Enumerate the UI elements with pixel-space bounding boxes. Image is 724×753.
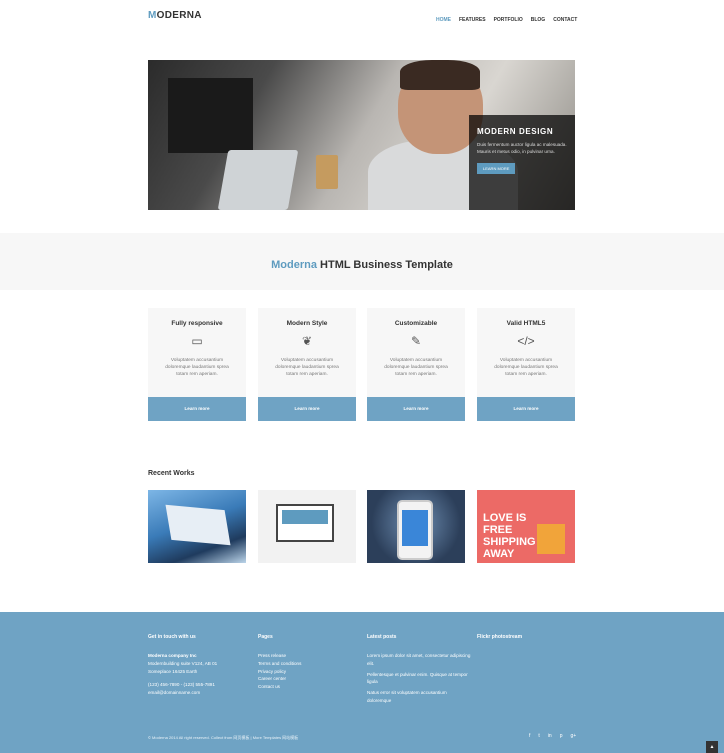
social-links: f t in p g+ [529,733,576,739]
feature-text: Voluptatem accusantium doloremque laudan… [275,358,339,377]
thumb-love-text: LOVE IS FREE SHIPPING AWAY [483,512,536,560]
feature-box-modern-style: Modern Style ❦ Voluptatem accusantium do… [258,308,356,421]
learn-more-button[interactable]: Learn more [258,397,356,421]
feature-text: Voluptatem accusantium doloremque laudan… [384,358,448,377]
google-plus-icon[interactable]: g+ [570,733,576,739]
footer-link[interactable]: Career center [258,675,358,683]
hero-learn-more-button[interactable]: LEARN MORE [477,163,516,174]
footer-link[interactable]: Privacy policy [258,668,358,676]
logo-initial: M [148,10,157,21]
feature-text: Voluptatem accusantium doloremque laudan… [165,358,229,377]
pinterest-icon[interactable]: p [560,733,563,739]
nav-blog[interactable]: BLOG [531,17,545,23]
portfolio-thumb-3[interactable] [367,490,465,563]
tagline-highlight: Moderna [271,259,317,271]
main-nav: HOME FEATURES PORTFOLIO BLOG CONTACT [436,17,577,23]
site-footer: Get in touch with us Moderna company Inc… [0,612,724,753]
hero-laptop-shape [217,150,299,210]
learn-more-button[interactable]: Learn more [477,397,575,421]
scroll-to-top-button[interactable]: ▲ [706,741,718,753]
post-link[interactable]: Lorem ipsum dolor sit amet, consectetur … [367,652,472,668]
post-link[interactable]: Pellentesque et pulvinar enim. Quisque a… [367,671,472,687]
feature-box-responsive: Fully responsive ▭ Voluptatem accusantiu… [148,308,246,421]
hero-caption: MODERN DESIGN Duis fermentum auctor ligu… [469,115,575,210]
portfolio-thumb-4[interactable]: LOVE IS FREE SHIPPING AWAY [477,490,575,563]
footer-link[interactable]: Press release [258,652,358,660]
nav-portfolio[interactable]: PORTFOLIO [494,17,523,23]
footer-pages: Pages Press release Terms and conditions… [258,634,358,691]
footer-heading: Get in touch with us [148,634,196,640]
footer-posts: Latest posts Lorem ipsum dolor sit amet,… [367,634,472,705]
tagline-band: Moderna HTML Business Template [0,233,724,290]
thumb-screen-shape [276,504,334,542]
portfolio-thumb-1[interactable] [148,490,246,563]
feature-title: Fully responsive [171,320,223,327]
post-link[interactable]: Natus error sit voluptatem accusantium d… [367,689,472,705]
twitter-icon[interactable]: t [538,733,539,739]
feature-title: Modern Style [286,320,328,327]
footer-link[interactable]: Contact us [258,683,358,691]
address-line: Someplace 16425 Earth [148,668,198,674]
hero-monitor-shape [168,78,253,153]
hero-person-hair [400,60,480,90]
copyright-text: © Moderna 2014 All right reserved. Colle… [148,735,299,740]
feature-box-customizable: Customizable ✎ Voluptatem accusantium do… [367,308,465,421]
feature-text: Voluptatem accusantium doloremque laudan… [494,358,558,377]
footer-flickr: Flickr photostream [477,634,577,652]
footer-heading: Flickr photostream [477,634,523,640]
hero-cup-shape [316,155,338,189]
thumb-phone-shape [397,500,433,560]
facebook-icon[interactable]: f [529,733,530,739]
linkedin-icon[interactable]: in [548,733,552,739]
edit-icon: ✎ [410,334,422,348]
hero-caption-title: MODERN DESIGN [477,127,554,136]
footer-heading: Pages [258,634,273,640]
recent-works-title: Recent Works [148,470,195,477]
monitor-icon: ▭ [191,334,203,348]
phone-text: (123) 456-7890 - (123) 555-7891 [148,682,215,688]
footer-contact: Get in touch with us Moderna company Inc… [148,634,248,697]
company-name: Moderna company Inc [148,653,197,658]
nav-features[interactable]: FEATURES [459,17,486,23]
footer-heading: Latest posts [367,634,397,640]
email-link[interactable]: email@domainname.com [148,689,248,697]
hero-slider: MODERN DESIGN Duis fermentum auctor ligu… [148,60,575,210]
leaf-icon: ❦ [301,334,313,348]
learn-more-button[interactable]: Learn more [148,397,246,421]
feature-title: Customizable [394,320,438,327]
address-line: Modernbuilding suite V124, AB 01 [148,660,218,666]
feature-box-html5: Valid HTML5 </> Voluptatem accusantium d… [477,308,575,421]
logo-text: ODERNA [156,10,202,21]
tagline-text: HTML Business Template [316,259,453,271]
thumb-device-shape [165,504,231,546]
footer-link[interactable]: Terms and conditions [258,660,358,668]
nav-home[interactable]: HOME [436,17,451,23]
nav-contact[interactable]: CONTACT [553,17,577,23]
feature-title: Valid HTML5 [506,320,546,327]
code-icon: </> [517,334,535,348]
thumb-gift-box-shape [537,524,565,554]
portfolio-thumb-2[interactable] [258,490,356,563]
learn-more-button[interactable]: Learn more [367,397,465,421]
site-logo[interactable]: MODERNA [148,10,202,21]
hero-caption-text: Duis fermentum auctor ligula ac malesuad… [477,142,567,154]
